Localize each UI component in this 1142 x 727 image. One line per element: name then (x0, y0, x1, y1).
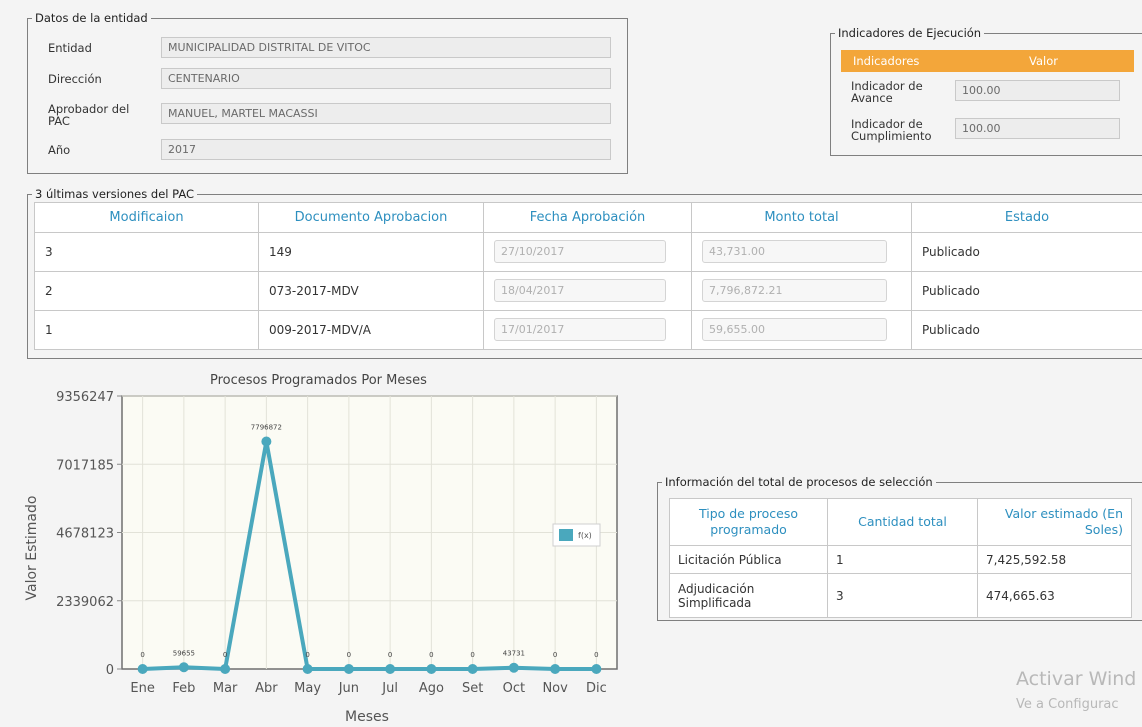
valor-col-label: Valor (1029, 54, 1058, 68)
info-header-row: Tipo de proceso programado Cantidad tota… (669, 498, 1132, 546)
indicador-cumplimiento-label: Indicador de Cumplimiento (851, 117, 932, 143)
col-monto: Monto total (691, 202, 912, 233)
data-point (343, 664, 354, 674)
x-tick-label: Jun (338, 681, 359, 696)
data-point (178, 662, 189, 673)
activation-watermark-subtitle: Ve a Configurac (1016, 697, 1119, 712)
monto-cell: 43,731.00 (691, 232, 912, 272)
line-chart: 0 2339062 4678123 7017185 9356247 Ene Feb Mar Ab… (56, 390, 618, 696)
info-procesos-table: Tipo de proceso programado Cantidad tota… (669, 498, 1132, 618)
monto-cell: 59,655.00 (691, 310, 912, 350)
data-point (302, 664, 313, 674)
estado-cell: Publicado (911, 232, 1142, 272)
col-estado: Estado (911, 202, 1142, 233)
x-tick-label: Ene (130, 681, 154, 696)
data-point (591, 664, 602, 674)
y-tick-label: 0 (106, 663, 114, 678)
data-point (220, 664, 231, 674)
data-label: 0 (470, 651, 474, 659)
data-label: 0 (140, 651, 144, 659)
x-tick-label: Set (462, 681, 483, 696)
monto-cell: 7,796,872.21 (691, 271, 912, 311)
monto-field[interactable]: 43,731.00 (702, 240, 887, 263)
tipo-cell: Adjudicación Simplificada (669, 573, 828, 618)
monto-field[interactable]: 7,796,872.21 (702, 279, 887, 302)
x-tick-label: Nov (542, 681, 568, 696)
data-label: 7796872 (251, 424, 282, 432)
y-tick-label: 4678123 (56, 527, 114, 542)
estado-cell: Publicado (911, 310, 1142, 350)
x-tick-label: Oct (503, 681, 525, 696)
valor-cell: 474,665.63 (977, 573, 1132, 618)
data-point (137, 664, 148, 674)
data-label: 43731 (503, 650, 525, 658)
x-tick-label: Jul (381, 681, 398, 696)
activation-watermark-title: Activar Wind (1016, 668, 1137, 690)
estado-cell: Publicado (911, 271, 1142, 311)
legend-swatch (559, 529, 573, 541)
data-label: 59655 (173, 649, 195, 657)
indicadores-col-label: Indicadores (853, 54, 920, 68)
table-row: Adjudicación Simplificada 3 474,665.63 (669, 573, 1132, 618)
data-label: 0 (223, 651, 227, 659)
data-label: 0 (388, 651, 392, 659)
x-tick-label: Feb (172, 681, 195, 696)
col-cantidad: Cantidad total (827, 498, 978, 546)
cantidad-cell: 1 (827, 545, 978, 574)
data-label: 0 (429, 651, 433, 659)
indicadores-header: Indicadores Valor (841, 50, 1134, 72)
info-procesos-legend: Información del total de procesos de sel… (665, 475, 933, 489)
data-point (508, 662, 519, 673)
monto-field[interactable]: 59,655.00 (702, 318, 887, 341)
indicadores-legend: Indicadores de Ejecución (838, 26, 982, 40)
cantidad-cell: 3 (827, 573, 978, 618)
data-label: 0 (347, 651, 351, 659)
valor-cell: 7,425,592.58 (977, 545, 1132, 574)
col-tipo: Tipo de proceso programado (669, 498, 828, 546)
x-tick-label: May (294, 681, 321, 696)
col-valor: Valor estimado (En Soles) (977, 498, 1132, 546)
data-label: 0 (594, 651, 598, 659)
indicador-avance-field[interactable]: 100.00 (955, 80, 1120, 101)
indicador-avance-label: Indicador de Avance (851, 79, 923, 105)
data-point (550, 664, 561, 674)
data-label: 0 (305, 651, 309, 659)
indicador-cumplimiento-field[interactable]: 100.00 (955, 118, 1120, 139)
x-tick-label: Abr (255, 681, 278, 696)
y-tick-label: 9356247 (56, 390, 114, 405)
y-tick-label: 2339062 (56, 595, 114, 610)
data-point (467, 664, 478, 674)
data-label: 0 (553, 651, 557, 659)
data-point (261, 436, 272, 447)
tipo-cell: Licitación Pública (669, 545, 828, 574)
data-point (385, 664, 396, 674)
x-tick-label: Dic (586, 681, 607, 696)
table-row: Licitación Pública 1 7,425,592.58 (669, 545, 1132, 574)
data-point (426, 664, 437, 674)
legend-label: f(x) (578, 531, 592, 540)
x-tick-label: Ago (419, 681, 444, 696)
y-tick-label: 7017185 (56, 458, 114, 473)
x-tick-label: Mar (213, 681, 238, 696)
